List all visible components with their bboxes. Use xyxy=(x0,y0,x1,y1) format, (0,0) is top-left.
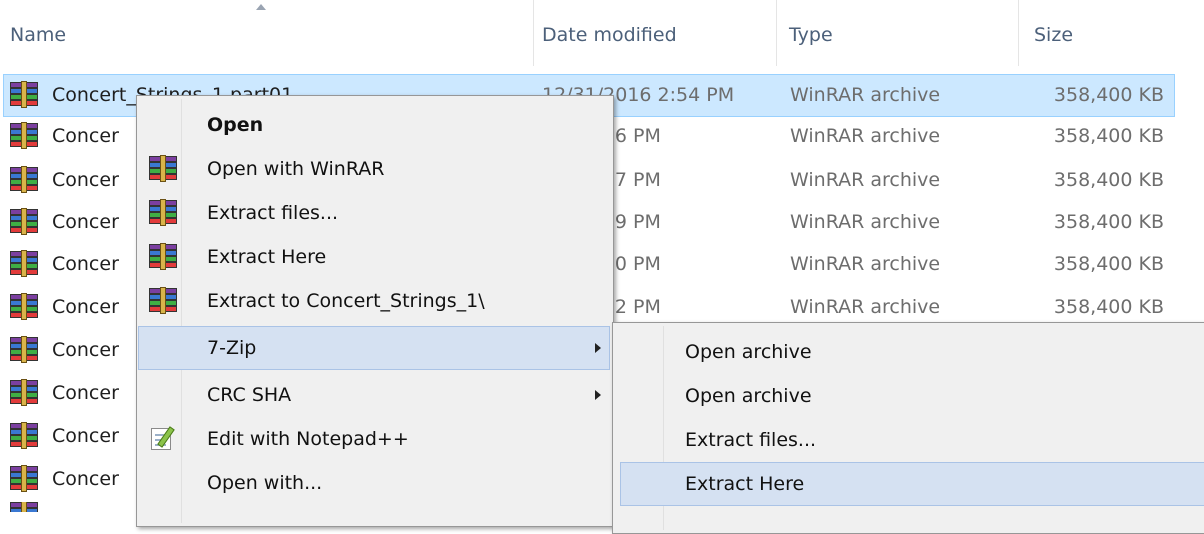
winrar-archive-icon xyxy=(10,293,38,320)
file-name: Concer xyxy=(52,296,119,318)
winrar-archive-icon xyxy=(10,81,38,108)
column-divider[interactable] xyxy=(533,0,534,66)
file-name: Concer xyxy=(52,169,119,191)
winrar-archive-icon xyxy=(10,208,38,235)
menu-item-open[interactable]: Open xyxy=(139,104,609,146)
menu-item-label: Open with... xyxy=(207,472,323,494)
menu-item-extract-files[interactable]: Extract files... xyxy=(139,192,609,234)
file-name: Concer xyxy=(52,382,119,404)
column-divider[interactable] xyxy=(776,0,777,66)
file-type: WinRAR archive xyxy=(790,125,941,147)
menu-item-label: Open xyxy=(207,114,264,136)
menu-item-crc-sha[interactable]: CRC SHA xyxy=(139,374,609,416)
file-size: 358,400 KB xyxy=(1053,125,1164,147)
menu-item-extract-here[interactable]: Extract Here xyxy=(139,236,609,278)
column-date-modified[interactable]: Date modified xyxy=(542,24,677,46)
winrar-archive-icon xyxy=(10,166,38,193)
menu-item-open-with-winrar[interactable]: Open with WinRAR xyxy=(139,148,609,190)
file-size: 358,400 KB xyxy=(1053,253,1164,275)
menu-item-label: Extract Here xyxy=(207,246,327,268)
winrar-icon xyxy=(149,287,177,314)
winrar-icon xyxy=(149,243,177,270)
submenu-item-label: Extract Here xyxy=(685,473,805,495)
submenu-item-open-archive[interactable]: Open archive xyxy=(621,375,1204,417)
menu-item-label: CRC SHA xyxy=(207,384,292,406)
context-menu: Open Open with WinRAR Extract files... E… xyxy=(136,95,614,527)
winrar-archive-icon xyxy=(10,250,38,277)
winrar-archive-icon xyxy=(10,465,38,492)
column-header: Name Date modified Type Size xyxy=(0,0,1204,66)
submenu-arrow-icon xyxy=(595,390,601,400)
file-type: WinRAR archive xyxy=(790,211,941,233)
menu-item-label: 7-Zip xyxy=(207,337,257,359)
file-type: WinRAR archive xyxy=(790,296,941,318)
submenu-item-open-archive[interactable]: Open archive xyxy=(621,331,1204,373)
winrar-archive-icon xyxy=(10,422,38,449)
winrar-icon xyxy=(149,199,177,226)
file-size: 358,400 KB xyxy=(1053,211,1164,233)
submenu-item-label: Open archive xyxy=(685,385,812,407)
file-name: Concer xyxy=(52,339,119,361)
menu-item-7zip[interactable]: 7-Zip xyxy=(138,326,610,370)
menu-item-label: Extract files... xyxy=(207,202,339,224)
sort-ascending-icon xyxy=(256,4,266,10)
file-type: WinRAR archive xyxy=(790,253,941,275)
column-type[interactable]: Type xyxy=(789,24,833,46)
submenu-item-extract-here[interactable]: Extract Here xyxy=(620,462,1204,506)
column-name[interactable]: Name xyxy=(10,24,66,46)
menu-item-label: Extract to Concert_Strings_1\ xyxy=(207,290,485,312)
winrar-archive-icon xyxy=(10,122,38,149)
winrar-icon xyxy=(149,155,177,182)
column-size[interactable]: Size xyxy=(1034,24,1073,46)
winrar-archive-icon xyxy=(10,502,38,512)
file-type: WinRAR archive xyxy=(790,84,941,106)
file-name: Concer xyxy=(52,425,119,447)
file-name: Concer xyxy=(52,253,119,275)
menu-item-extract-to-folder[interactable]: Extract to Concert_Strings_1\ xyxy=(139,280,609,322)
menu-item-label: Open with WinRAR xyxy=(207,158,385,180)
winrar-archive-icon xyxy=(10,379,38,406)
submenu-item-extract-files[interactable]: Extract files... xyxy=(621,419,1204,461)
menu-item-open-with[interactable]: Open with... xyxy=(139,462,609,504)
file-size: 358,400 KB xyxy=(1053,296,1164,318)
file-name: Concer xyxy=(52,125,119,147)
file-name: Concer xyxy=(52,211,119,233)
menu-item-label: Edit with Notepad++ xyxy=(207,428,409,450)
winrar-archive-icon xyxy=(10,336,38,363)
file-name: Concer xyxy=(52,468,119,490)
notepad-plus-plus-icon xyxy=(149,426,175,452)
file-size: 358,400 KB xyxy=(1053,169,1164,191)
submenu-item-label: Open archive xyxy=(685,341,812,363)
file-size: 358,400 KB xyxy=(1053,84,1164,106)
submenu-arrow-icon xyxy=(595,343,601,353)
menu-item-edit-with-notepad-plus-plus[interactable]: Edit with Notepad++ xyxy=(139,418,609,460)
file-type: WinRAR archive xyxy=(790,169,941,191)
7zip-submenu: Open archive Open archive Extract files.… xyxy=(612,322,1204,534)
column-divider[interactable] xyxy=(1018,0,1019,66)
submenu-item-label: Extract files... xyxy=(685,429,817,451)
